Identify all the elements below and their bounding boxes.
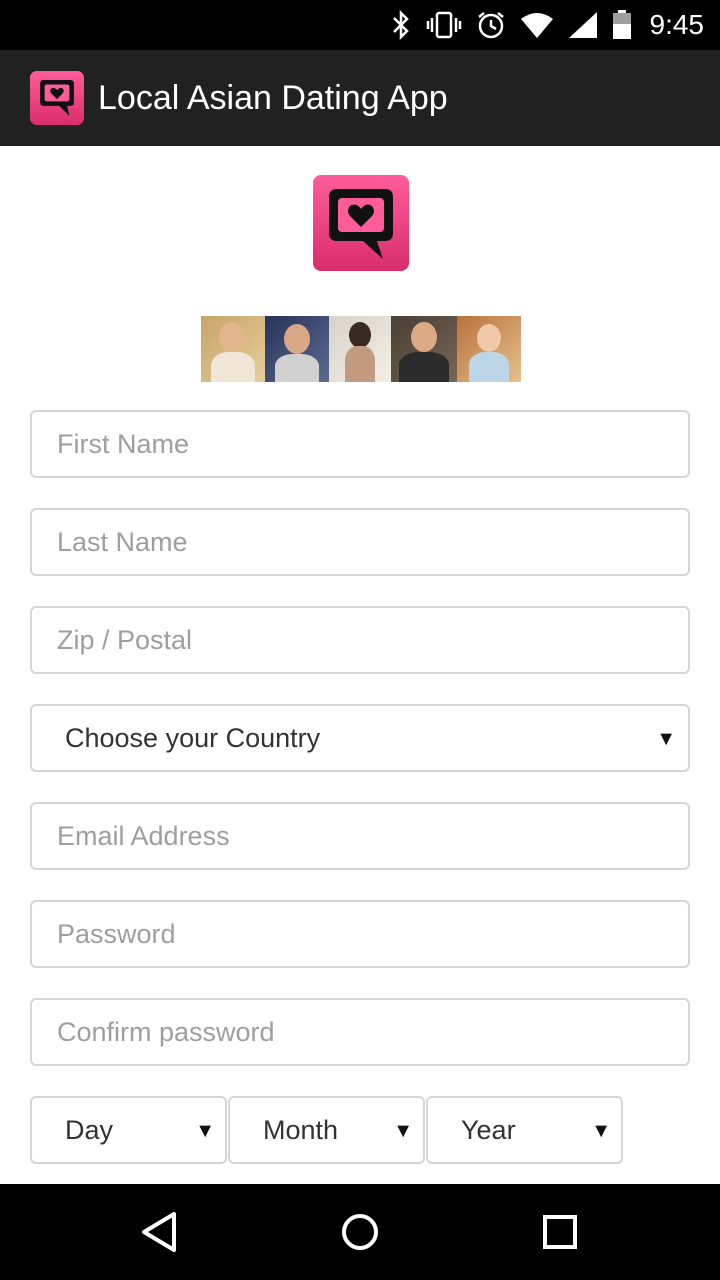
status-bar: 9:45 <box>0 0 720 50</box>
last-name-field[interactable]: Last Name <box>30 508 690 576</box>
email-field[interactable]: Email Address <box>30 802 690 870</box>
dropdown-arrow-icon: ▼ <box>591 1118 611 1142</box>
day-select[interactable]: Day ▼ <box>30 1096 227 1164</box>
member-photo-strip <box>201 316 521 382</box>
country-select[interactable]: Choose your Country ▼ <box>30 704 690 772</box>
signup-content: First Name Last Name Zip / Postal Choose… <box>0 146 720 1184</box>
zip-postal-field[interactable]: Zip / Postal <box>30 606 690 674</box>
dropdown-arrow-icon: ▼ <box>393 1118 413 1142</box>
month-select[interactable]: Month ▼ <box>228 1096 425 1164</box>
recents-button[interactable] <box>530 1202 590 1262</box>
dropdown-arrow-icon: ▼ <box>195 1118 215 1142</box>
member-photo <box>201 316 265 382</box>
email-placeholder: Email Address <box>57 821 230 851</box>
last-name-placeholder: Last Name <box>57 527 188 557</box>
brand-logo-icon <box>313 175 409 271</box>
toolbar-title: Local Asian Dating App <box>98 79 448 117</box>
back-button[interactable] <box>130 1202 190 1262</box>
member-photo <box>457 316 521 382</box>
recents-icon <box>543 1215 577 1249</box>
year-select[interactable]: Year ▼ <box>426 1096 623 1164</box>
wifi-icon <box>520 13 553 38</box>
member-photo <box>391 316 457 382</box>
member-photo <box>265 316 329 382</box>
dropdown-arrow-icon: ▼ <box>656 726 676 750</box>
battery-icon <box>612 10 631 39</box>
first-name-placeholder: First Name <box>57 429 190 459</box>
back-icon <box>142 1212 176 1252</box>
year-select-value: Year <box>461 1115 516 1145</box>
system-nav-bar <box>0 1184 720 1280</box>
signal-icon <box>568 12 597 38</box>
status-icons: 9:45 <box>390 0 705 50</box>
zip-postal-placeholder: Zip / Postal <box>57 625 193 655</box>
vibrate-icon <box>426 11 461 39</box>
bluetooth-icon <box>392 10 409 40</box>
app-toolbar: Local Asian Dating App <box>0 50 720 146</box>
first-name-field[interactable]: First Name <box>30 410 690 478</box>
confirm-password-field[interactable]: Confirm password <box>30 998 690 1066</box>
home-button[interactable] <box>330 1202 390 1262</box>
member-photo <box>329 316 391 382</box>
country-select-value: Choose your Country <box>65 723 321 753</box>
status-time: 9:45 <box>649 9 705 40</box>
app-logo-icon <box>30 71 84 125</box>
home-icon <box>342 1214 378 1250</box>
day-select-value: Day <box>65 1115 114 1145</box>
month-select-value: Month <box>263 1115 339 1145</box>
alarm-icon <box>477 12 504 39</box>
confirm-password-placeholder: Confirm password <box>57 1017 275 1047</box>
password-field[interactable]: Password <box>30 900 690 968</box>
password-placeholder: Password <box>57 919 176 949</box>
